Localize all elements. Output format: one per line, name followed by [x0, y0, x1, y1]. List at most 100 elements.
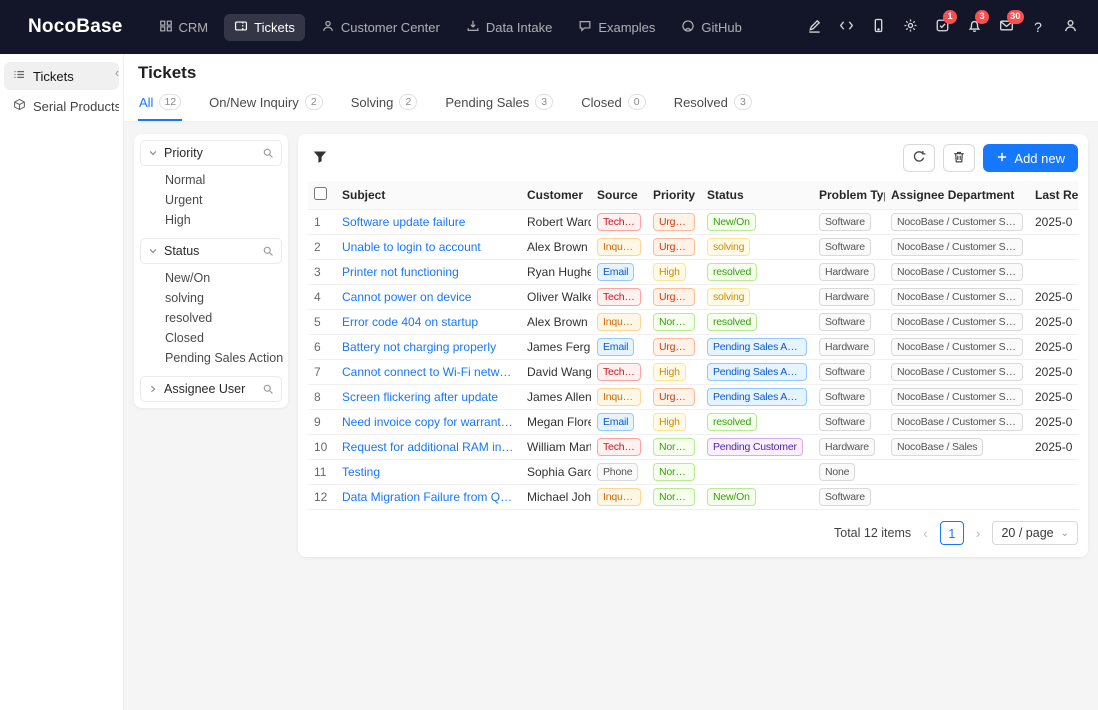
table-row[interactable]: 12 Data Migration Failure from QuickBook…	[308, 485, 1078, 510]
col-status-header: Status	[701, 181, 813, 210]
filter-option-normal[interactable]: Normal	[165, 170, 282, 190]
page-number-button[interactable]: 1	[940, 521, 964, 545]
table-row[interactable]: 5 Error code 404 on startup Alex Brown I…	[308, 310, 1078, 335]
filter-option-high[interactable]: High	[165, 210, 282, 230]
subject-link[interactable]: Screen flickering after update	[342, 390, 515, 404]
prev-page-button[interactable]: ‹	[921, 525, 930, 541]
tab-on-new-inquiry[interactable]: On/New Inquiry2	[208, 90, 324, 121]
refresh-button[interactable]	[903, 144, 935, 172]
page-size-select[interactable]: 20 / page ⌄	[992, 521, 1078, 545]
status-tag: resolved	[707, 313, 757, 331]
tab-label: Closed	[581, 95, 621, 110]
filter-option-pending-sales-action[interactable]: Pending Sales Action	[165, 348, 282, 368]
table-row[interactable]: 7 Cannot connect to Wi-Fi networks David…	[308, 360, 1078, 385]
subject-link[interactable]: Error code 404 on startup	[342, 315, 515, 329]
filter-option-closed[interactable]: Closed	[165, 328, 282, 348]
subject-link[interactable]: Testing	[342, 465, 515, 479]
row-index: 8	[314, 390, 321, 404]
row-index: 4	[314, 290, 321, 304]
toolbar-actions: Add new	[903, 144, 1078, 172]
tab-solving[interactable]: Solving2	[350, 90, 419, 121]
filter-section-status-header[interactable]: Status	[140, 238, 282, 264]
status-tag: New/On	[707, 213, 756, 231]
select-all-cell	[308, 181, 336, 210]
last-reply-time: 2025-0	[1035, 340, 1072, 354]
ui-editor-button[interactable]	[800, 13, 828, 41]
nav-item-examples[interactable]: Examples	[568, 14, 665, 41]
source-tag: Tech Form	[597, 213, 641, 231]
help-button[interactable]: ?	[1024, 13, 1052, 41]
subject-link[interactable]: Need invoice copy for warranty claim	[342, 415, 515, 429]
tab-all[interactable]: All12	[138, 90, 182, 121]
add-new-button[interactable]: Add new	[983, 144, 1078, 172]
row-index: 9	[314, 415, 321, 429]
subject-link[interactable]: Cannot power on device	[342, 290, 515, 304]
department-tag: NocoBase / Customer Service	[891, 388, 1023, 406]
search-icon[interactable]	[262, 147, 274, 159]
plugin-settings-button[interactable]	[896, 13, 924, 41]
mobile-client-button[interactable]	[864, 13, 892, 41]
table-row[interactable]: 3 Printer not functioning Ryan Hughes Em…	[308, 260, 1078, 285]
status-tabs: All12 On/New Inquiry2 Solving2 Pending S…	[138, 90, 1084, 121]
nav-item-github[interactable]: GitHub	[671, 14, 751, 41]
search-icon[interactable]	[262, 245, 274, 257]
status-tag: Pending Sales Action	[707, 338, 807, 356]
sidebar-item-serial-products[interactable]: Serial Products	[4, 92, 119, 120]
nav-item-tickets[interactable]: Tickets	[224, 14, 305, 41]
filter-section-assignee-user-header[interactable]: Assignee User	[140, 376, 282, 402]
ticket-icon	[13, 68, 26, 84]
table-row[interactable]: 9 Need invoice copy for warranty claim M…	[308, 410, 1078, 435]
problem-type-tag: Software	[819, 313, 871, 331]
sidebar-collapse-button[interactable]: ‹	[110, 64, 124, 82]
select-all-checkbox[interactable]	[314, 187, 327, 200]
filter-option-resolved[interactable]: resolved	[165, 308, 282, 328]
problem-type-tag: Hardware	[819, 288, 875, 306]
api-button[interactable]	[832, 13, 860, 41]
filter-section-priority-header[interactable]: Priority	[140, 140, 282, 166]
priority-tag: Normal	[653, 438, 695, 456]
notifications-button[interactable]: 3	[960, 13, 988, 41]
nav-item-data-intake[interactable]: Data Intake	[456, 14, 563, 41]
source-tag: Inquiry Form	[597, 388, 641, 406]
filter-option-solving[interactable]: solving	[165, 288, 282, 308]
ticket-icon	[234, 19, 248, 36]
table-row[interactable]: 1 Software update failure Robert Ward Te…	[308, 210, 1078, 235]
table-scroll-area[interactable]: Subject Customer Source Priority Status …	[308, 181, 1078, 510]
problem-type-tag: Software	[819, 488, 871, 506]
tab-pending-sales[interactable]: Pending Sales3	[444, 90, 554, 121]
subject-link[interactable]: Software update failure	[342, 215, 515, 229]
table-row[interactable]: 4 Cannot power on device Oliver Walker T…	[308, 285, 1078, 310]
user-menu-button[interactable]	[1056, 13, 1084, 41]
subject-link[interactable]: Battery not charging properly	[342, 340, 515, 354]
subject-link[interactable]: Cannot connect to Wi-Fi networks	[342, 365, 515, 379]
problem-type-tag: Hardware	[819, 438, 875, 456]
subject-link[interactable]: Unable to login to account	[342, 240, 515, 254]
customer-name: Robert Ward	[527, 215, 591, 229]
table-row[interactable]: 10 Request for additional RAM installati…	[308, 435, 1078, 460]
sidebar-item-tickets[interactable]: Tickets	[4, 62, 119, 90]
tab-count-badge: 3	[734, 94, 752, 110]
table-row[interactable]: 6 Battery not charging properly James Fe…	[308, 335, 1078, 360]
table-row[interactable]: 2 Unable to login to account Alex Brown …	[308, 235, 1078, 260]
app-logo[interactable]: NocoBase	[28, 16, 123, 38]
delete-button[interactable]	[943, 144, 975, 172]
next-page-button[interactable]: ›	[974, 525, 983, 541]
search-icon[interactable]	[262, 383, 274, 395]
nav-item-crm[interactable]: CRM	[149, 14, 219, 41]
tasks-button[interactable]: 1	[928, 13, 956, 41]
tab-resolved[interactable]: Resolved3	[673, 90, 753, 121]
messages-button[interactable]: 30	[992, 13, 1020, 41]
col-subject-header: Subject	[336, 181, 521, 210]
nav-item-customer-center[interactable]: Customer Center	[311, 14, 450, 41]
tab-closed[interactable]: Closed0	[580, 90, 646, 121]
filter-option-new-on[interactable]: New/On	[165, 268, 282, 288]
subject-link[interactable]: Printer not functioning	[342, 265, 515, 279]
subject-link[interactable]: Data Migration Failure from QuickBooks t…	[342, 490, 515, 504]
status-tag: resolved	[707, 413, 757, 431]
filter-option-urgent[interactable]: Urgent	[165, 190, 282, 210]
subject-link[interactable]: Request for additional RAM installation	[342, 440, 515, 454]
table-row[interactable]: 8 Screen flickering after update James A…	[308, 385, 1078, 410]
tab-count-badge: 3	[535, 94, 553, 110]
table-row[interactable]: 11 Testing Sophia Garcia Phone Normal No…	[308, 460, 1078, 485]
filter-toggle-button[interactable]	[308, 145, 332, 172]
